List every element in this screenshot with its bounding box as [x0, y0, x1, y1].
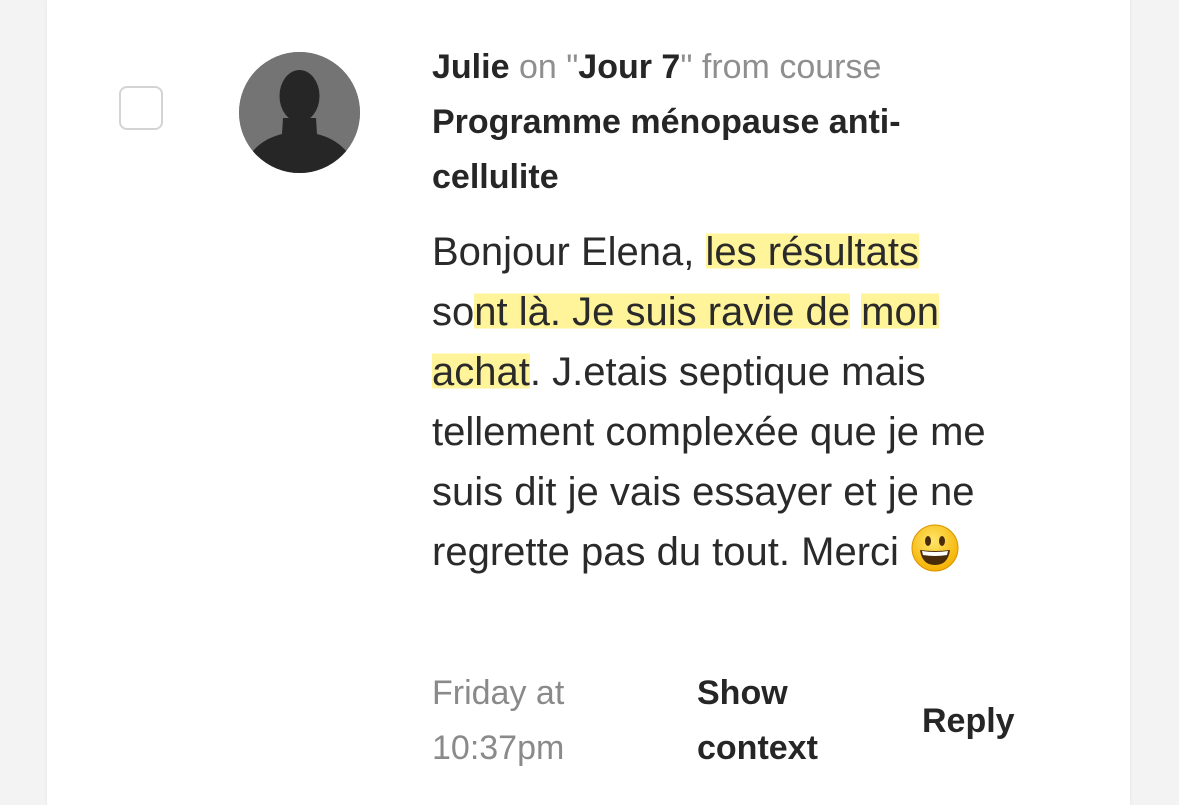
select-comment-checkbox[interactable] — [119, 86, 163, 130]
timestamp-line1: Friday at — [432, 674, 565, 712]
show-context-line2: context — [697, 729, 818, 767]
course-name-line2: cellulite — [432, 158, 559, 196]
course-name-line1: Programme ménopause anti- — [432, 103, 901, 141]
avatar — [239, 52, 360, 173]
grinning-face-emoji-icon — [910, 523, 960, 590]
lesson-quote-close: " — [680, 48, 693, 86]
timestamp-line2: 10:37pm — [432, 729, 565, 767]
from-course-label: from course — [701, 48, 882, 86]
comment-header: Julie on "Jour 7" from course Programme … — [432, 40, 992, 205]
lesson-name[interactable]: Jour 7 — [578, 48, 680, 86]
comment-text-part — [850, 290, 861, 334]
course-name[interactable]: Programme ménopause anti- cellulite — [432, 95, 952, 205]
author-name[interactable]: Julie — [432, 48, 509, 86]
comment-highlight: les résultats — [705, 230, 919, 274]
comment-text-part: Bonjour Elena, — [432, 230, 706, 274]
show-context-button[interactable]: Show context — [697, 666, 897, 776]
reply-button[interactable]: Reply — [922, 694, 1015, 749]
comment-highlight: nt là. Je suis ravie de — [474, 290, 850, 334]
user-silhouette-icon — [239, 52, 360, 173]
on-label: on — [518, 48, 557, 86]
comment-text-part: so — [432, 290, 475, 334]
lesson-quote-open: " — [566, 48, 579, 86]
timestamp: Friday at 10:37pm — [432, 666, 652, 776]
show-context-line1: Show — [697, 674, 788, 712]
comment-body: Bonjour Elena, les résultats sont là. Je… — [432, 222, 1002, 590]
